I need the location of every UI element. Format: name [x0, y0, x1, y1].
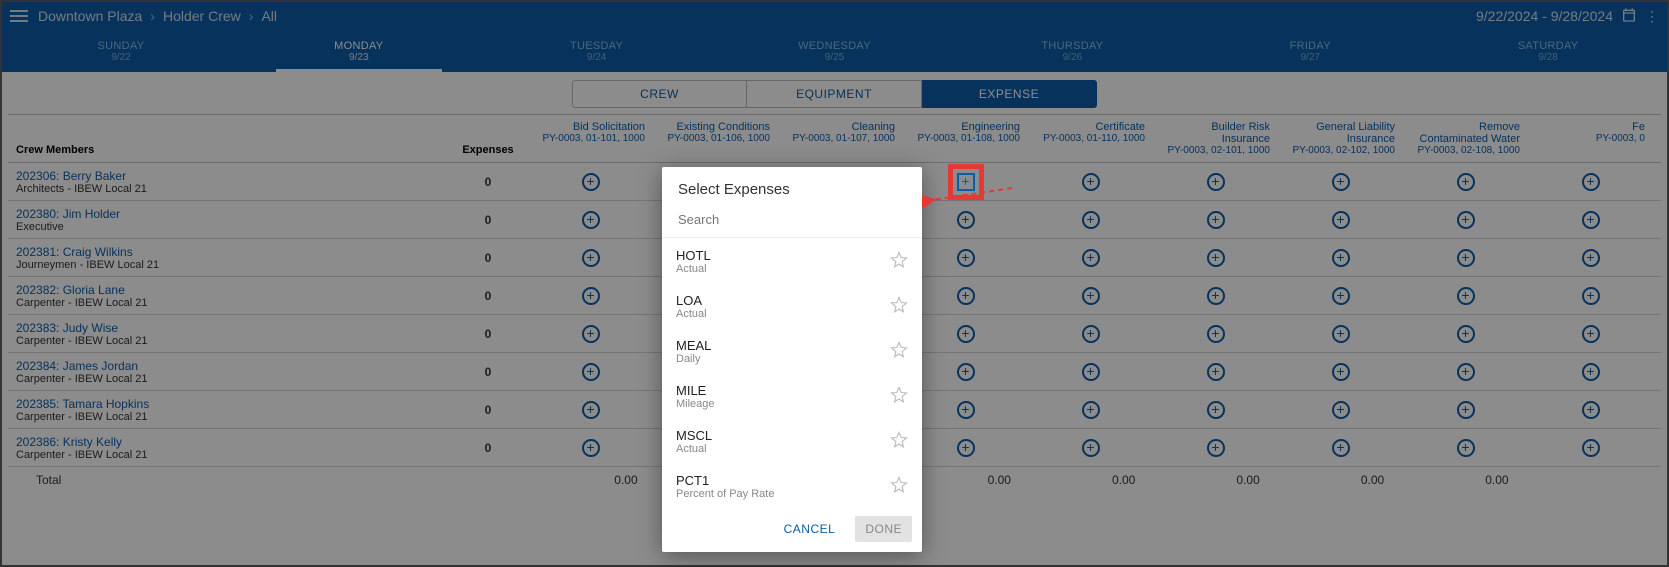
- cancel-button[interactable]: CANCEL: [774, 516, 846, 542]
- option-sub: Actual: [676, 443, 880, 455]
- star-icon[interactable]: [890, 341, 908, 362]
- option-text: LOAActual: [676, 293, 880, 320]
- option-code: HOTL: [676, 248, 711, 263]
- option-text: MEALDaily: [676, 338, 880, 365]
- option-code: MILE: [676, 383, 706, 398]
- option-sub: Actual: [676, 308, 880, 320]
- search-input[interactable]: [678, 212, 906, 227]
- star-icon[interactable]: [890, 296, 908, 317]
- option-sub: Daily: [676, 353, 880, 365]
- option-code: LOA: [676, 293, 702, 308]
- star-icon[interactable]: [890, 431, 908, 452]
- star-icon[interactable]: [890, 251, 908, 272]
- option-text: MSCLActual: [676, 428, 880, 455]
- select-expense-dialog: Select ExpensesHOTLActualLOAActualMEALDa…: [662, 167, 922, 552]
- option-text: PCT1Percent of Pay Rate: [676, 473, 880, 500]
- dialog-footer: CANCEL DONE: [662, 508, 922, 552]
- expense-option[interactable]: MSCLActual: [662, 418, 922, 463]
- star-icon[interactable]: [890, 476, 908, 497]
- add-expense-icon[interactable]: [957, 173, 975, 191]
- expense-option[interactable]: LOAActual: [662, 283, 922, 328]
- option-sub: Actual: [676, 263, 880, 275]
- option-code: PCT1: [676, 473, 709, 488]
- expense-option[interactable]: PCT1Percent of Pay Rate: [662, 463, 922, 508]
- option-sub: Mileage: [676, 398, 880, 410]
- option-code: MSCL: [676, 428, 712, 443]
- dialog-title: Select Expenses: [662, 167, 922, 208]
- option-text: MILEMileage: [676, 383, 880, 410]
- expense-option[interactable]: MILEMileage: [662, 373, 922, 418]
- star-icon[interactable]: [890, 386, 908, 407]
- expense-option[interactable]: MEALDaily: [662, 328, 922, 373]
- option-text: HOTLActual: [676, 248, 880, 275]
- done-button[interactable]: DONE: [855, 516, 912, 542]
- dialog-search-wrap: [662, 208, 922, 238]
- option-sub: Percent of Pay Rate: [676, 488, 880, 500]
- option-code: MEAL: [676, 338, 711, 353]
- expense-option[interactable]: HOTLActual: [662, 238, 922, 283]
